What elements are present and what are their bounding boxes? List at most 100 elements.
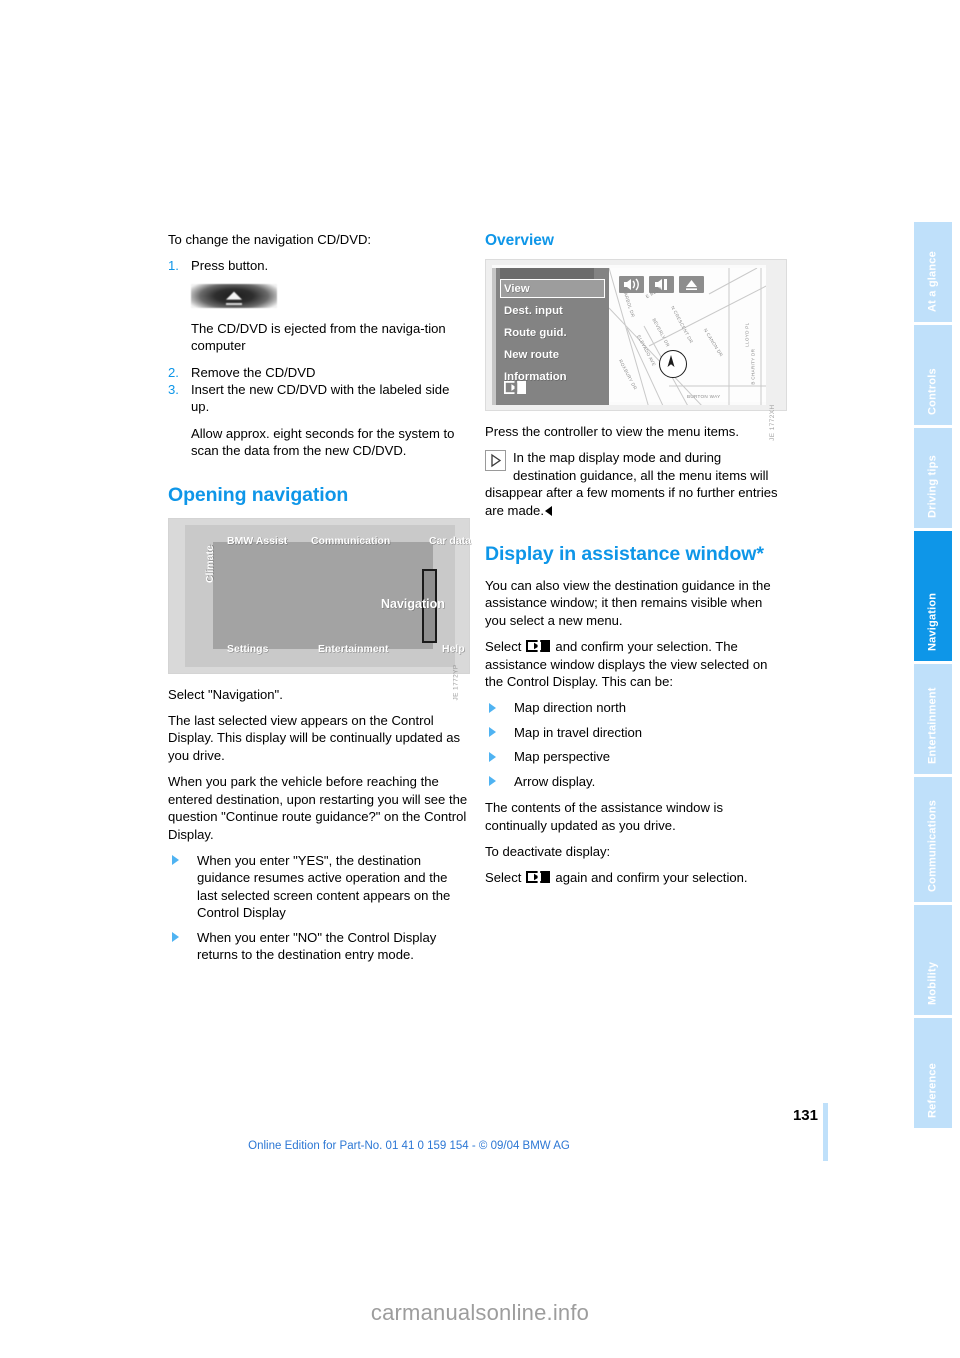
- heading-display-assistance-window: Display in assistance window*: [485, 543, 764, 566]
- triangle-bullet-icon: [489, 751, 496, 762]
- note-text: In the map display mode and during desti…: [485, 450, 778, 518]
- sidebar-tab-driving-tips[interactable]: Driving tips: [914, 428, 952, 528]
- idrive-label-navigation: Navigation: [381, 596, 445, 611]
- heading-opening-navigation: Opening navigation: [168, 483, 349, 506]
- idrive-label-bmw-assist: BMW Assist: [227, 534, 288, 547]
- step-text: Insert the new CD/DVD with the labeled s…: [191, 382, 450, 415]
- sidebar-tab-navigation[interactable]: Navigation: [914, 531, 952, 661]
- list-item-text: Map perspective: [514, 749, 611, 765]
- step1-result-text: The CD/DVD is ejected from the naviga-ti…: [191, 320, 446, 354]
- intro-line: To change the navigation CD/DVD:: [168, 232, 372, 247]
- page-number: 131: [792, 1107, 818, 1124]
- sidebar-tab-controls[interactable]: Controls: [914, 325, 952, 425]
- figure-credit: JE 1772YP: [452, 664, 460, 701]
- split-screen-icon: [526, 870, 551, 884]
- sidebar-tab-at-a-glance[interactable]: At a glance: [914, 222, 952, 322]
- vehicle-position-marker: [659, 350, 687, 378]
- step-list: 1. Press button.: [168, 257, 468, 274]
- navigation-menu-panel: View Dest. input Route guid. New route I…: [496, 268, 609, 405]
- idrive-label-car-data: Car data: [429, 534, 472, 547]
- list-item-text: Map direction north: [514, 700, 627, 716]
- step-item-2: 2. Remove the CD/DVD: [168, 364, 468, 381]
- list-item-text: Arrow display.: [514, 773, 596, 789]
- footer-edition-text: Online Edition for Part-No. 01 41 0 159 …: [248, 1140, 570, 1152]
- triangle-bullet-icon: [489, 702, 496, 713]
- eject-bar-icon: [226, 302, 242, 305]
- site-watermark: carmanualsonline.info: [370, 1300, 590, 1325]
- tab-label: Driving tips: [926, 455, 939, 518]
- para-deactivate-display: To deactivate display:: [485, 843, 611, 859]
- triangle-bullet-icon: [172, 932, 179, 943]
- idrive-label-climate: Climate: [204, 544, 216, 583]
- left-text-column: To change the navigation CD/DVD: 1. Pres…: [168, 231, 471, 972]
- para-select-split-screen: Select and confirm your selection. The as…: [485, 638, 785, 690]
- eject-triangle-icon: [226, 291, 242, 300]
- step-item-1: 1. Press button.: [168, 257, 468, 274]
- para-deactivate-select: Select again and confirm your selection.: [485, 869, 785, 886]
- split-screen-icon[interactable]: [503, 380, 527, 398]
- note-block: In the map display mode and during desti…: [485, 449, 785, 519]
- figure-credit: JE 1772XH: [768, 404, 776, 441]
- idrive-label-settings: Settings: [227, 643, 269, 656]
- tab-label: Entertainment: [926, 687, 939, 764]
- right-bullet-list: Map direction north Map in travel direct…: [485, 699, 785, 790]
- tab-label: Communications: [926, 799, 939, 892]
- menu-item-dest-input[interactable]: Dest. input: [504, 303, 563, 320]
- sidebar-tab-mobility[interactable]: Mobility: [914, 905, 952, 1015]
- step-number: 1.: [168, 258, 179, 274]
- heading-overview: Overview: [485, 232, 554, 249]
- step-text: Remove the CD/DVD: [191, 364, 316, 380]
- sidebar-tab-entertainment[interactable]: Entertainment: [914, 664, 952, 774]
- idrive-label-communication: Communication: [311, 534, 391, 547]
- tab-label: Mobility: [926, 961, 939, 1005]
- street-label: BURTON WAY: [687, 394, 721, 399]
- map-view: N ARBOL DR E BLVD LLOYD PL B CHARITY DR …: [609, 268, 766, 405]
- sidebar-tab-reference[interactable]: Reference: [914, 1018, 952, 1128]
- chapter-index-tabs: At a glance Controls Driving tips Naviga…: [895, 222, 960, 1128]
- list-item: When you enter "NO" the Control Display …: [168, 929, 468, 964]
- step-number: 3.: [168, 382, 179, 398]
- list-item: Map in travel direction: [485, 724, 785, 741]
- menu-item-route-guid[interactable]: Route guid.: [504, 325, 567, 342]
- deactivate-suffix-text: again and confirm your selection.: [555, 870, 748, 886]
- control-display-canvas: View Dest. input Route guid. New route I…: [492, 265, 766, 405]
- para-park-vehicle: When you park the vehicle before reachin…: [168, 774, 468, 842]
- step-item-3: 3. Insert the new CD/DVD with the labele…: [168, 381, 468, 416]
- step-list-cont: 2. Remove the CD/DVD 3. Insert the new C…: [168, 364, 468, 416]
- list-item-text: When you enter "YES", the destination gu…: [197, 852, 451, 921]
- eject-button-photo: [191, 283, 277, 308]
- deactivate-prefix-text: Select: [485, 870, 522, 886]
- idrive-main-menu-figure: BMW Assist Communication Car data Climat…: [168, 517, 471, 701]
- menu-item-new-route[interactable]: New route: [504, 347, 559, 364]
- left-bullet-list: When you enter "YES", the destination gu…: [168, 852, 468, 963]
- note-end-marker: [544, 505, 552, 516]
- para-press-controller: Press the controller to view the menu it…: [485, 424, 739, 439]
- menu-title-bar: [500, 268, 594, 279]
- footer-rule: [823, 1103, 828, 1161]
- street-label: B CHARITY DR: [750, 348, 756, 385]
- sidebar-tab-communications[interactable]: Communications: [914, 777, 952, 902]
- tab-label: Reference: [926, 1063, 939, 1118]
- tab-label: Controls: [926, 368, 939, 415]
- list-item: When you enter "YES", the destination gu…: [168, 852, 468, 922]
- list-item: Map perspective: [485, 748, 785, 765]
- para-last-selected-view: The last selected view appears on the Co…: [168, 713, 461, 763]
- menu-item-view[interactable]: View: [504, 281, 530, 298]
- navigation-overview-figure: View Dest. input Route guid. New route I…: [485, 259, 787, 440]
- triangle-bullet-icon: [489, 727, 496, 738]
- triangle-bullet-icon: [489, 776, 496, 787]
- step3-note-text: Allow approx. eight seconds for the syst…: [191, 425, 455, 459]
- manual-page: To change the navigation CD/DVD: 1. Pres…: [0, 0, 960, 1358]
- select-navigation-line: Select "Navigation".: [168, 686, 283, 702]
- step-text: Press button.: [191, 258, 269, 274]
- idrive-screen-bezel: BMW Assist Communication Car data Climat…: [185, 524, 471, 667]
- tab-label: Navigation: [926, 592, 939, 651]
- split-screen-icon: [526, 639, 551, 653]
- right-text-column: Overview View Dest. input Route guid. Ne…: [485, 231, 787, 896]
- para-assistance-window: You can also view the destination guidan…: [485, 578, 771, 628]
- idrive-label-entertainment: Entertainment: [318, 643, 389, 656]
- idrive-label-help: Help: [442, 643, 465, 656]
- list-item: Map direction north: [485, 699, 785, 716]
- list-item-text: Map in travel direction: [514, 724, 643, 740]
- step-number: 2.: [168, 364, 179, 380]
